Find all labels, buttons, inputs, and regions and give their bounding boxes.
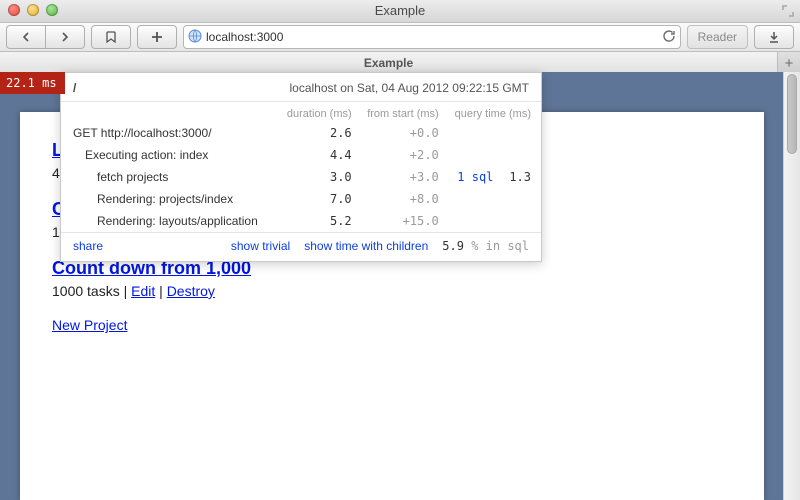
- new-tab-button[interactable]: +: [778, 52, 800, 74]
- scrollbar-thumb[interactable]: [787, 74, 797, 154]
- toolbar: localhost:3000 Reader: [0, 23, 800, 52]
- show-trivial-link[interactable]: show trivial: [231, 239, 290, 253]
- profiler-row: Executing action: index 4.4 +2.0: [61, 144, 541, 166]
- back-button[interactable]: [6, 25, 45, 49]
- profiler-row: fetch projects 3.0 +3.0 1 sql 1.3: [61, 166, 541, 188]
- titlebar: Example: [0, 0, 800, 23]
- address-bar[interactable]: localhost:3000: [183, 25, 681, 49]
- tasks-count: 1000 tasks: [52, 283, 120, 299]
- fullscreen-icon[interactable]: [780, 3, 796, 19]
- zoom-window-button[interactable]: [46, 4, 58, 16]
- bookmarks-button[interactable]: [91, 25, 131, 49]
- col-query-time: query time (ms): [449, 102, 541, 122]
- col-name: [61, 102, 282, 122]
- tab-example[interactable]: Example: [0, 52, 778, 74]
- profiler-path: /: [73, 81, 76, 95]
- profiler-row: GET http://localhost:3000/ 2.6 +0.0: [61, 122, 541, 144]
- new-project-link[interactable]: New Project: [52, 317, 127, 333]
- profiler-popup: / localhost on Sat, 04 Aug 2012 09:22:15…: [60, 72, 542, 262]
- profiler-row: Rendering: projects/index 7.0 +8.0: [61, 188, 541, 210]
- col-duration: duration (ms): [282, 102, 362, 122]
- profiler-table: duration (ms) from start (ms) query time…: [61, 102, 541, 232]
- scrollbar[interactable]: [783, 72, 800, 500]
- add-bookmark-button[interactable]: [137, 25, 177, 49]
- edit-link[interactable]: Edit: [131, 283, 155, 299]
- reader-button[interactable]: Reader: [687, 25, 748, 49]
- destroy-link[interactable]: Destroy: [167, 283, 215, 299]
- profiler-badge[interactable]: 22.1 ms: [0, 72, 65, 94]
- window-title: Example: [0, 0, 800, 22]
- globe-icon: [188, 29, 202, 46]
- profiler-row: Rendering: layouts/application 5.2 +15.0: [61, 210, 541, 232]
- reload-icon[interactable]: [662, 29, 676, 46]
- browser-window: Example localhost:3000: [0, 0, 800, 500]
- close-window-button[interactable]: [8, 4, 20, 16]
- traffic-lights: [8, 4, 58, 16]
- project-row: 1000 tasks | Edit | Destroy: [52, 283, 732, 299]
- forward-button[interactable]: [45, 25, 85, 49]
- downloads-button[interactable]: [754, 25, 794, 49]
- minimize-window-button[interactable]: [27, 4, 39, 16]
- sql-percent: 5.9 % in sql: [442, 239, 529, 253]
- col-from-start: from start (ms): [362, 102, 449, 122]
- profiler-server-info: localhost on Sat, 04 Aug 2012 09:22:15 G…: [290, 81, 530, 95]
- show-children-link[interactable]: show time with children: [304, 239, 428, 253]
- share-link[interactable]: share: [73, 239, 103, 253]
- url-text: localhost:3000: [206, 30, 658, 44]
- sql-link[interactable]: 1 sql: [457, 170, 493, 184]
